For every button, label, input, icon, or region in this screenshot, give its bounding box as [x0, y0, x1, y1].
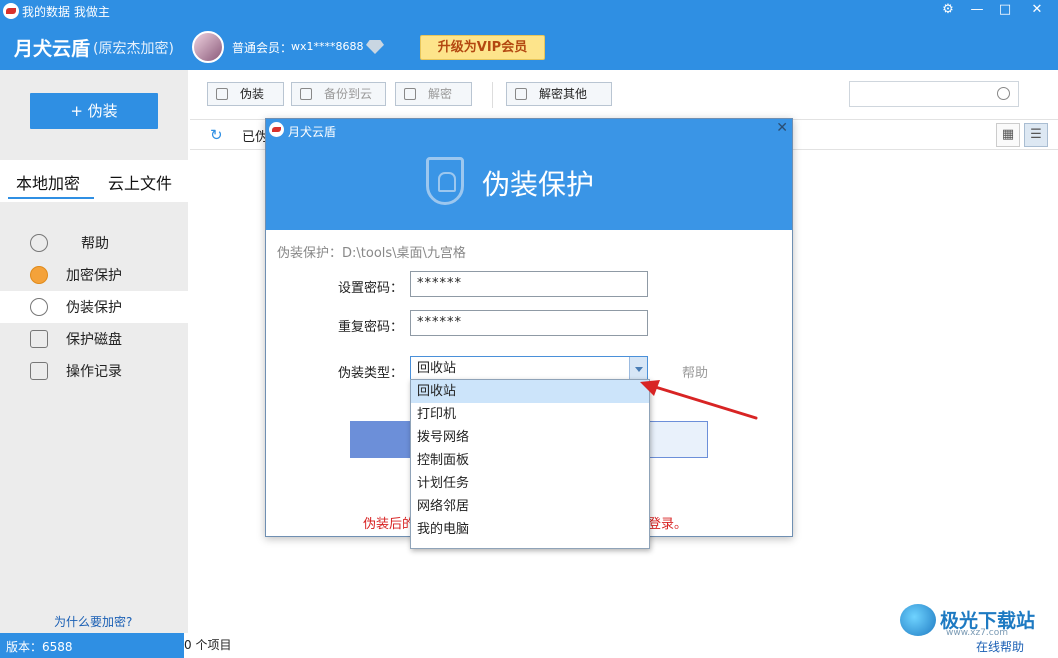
- backup-cloud-button[interactable]: 备份到云: [291, 82, 386, 106]
- dropdown-option[interactable]: 拨号网络: [411, 426, 649, 449]
- search-icon[interactable]: [997, 87, 1010, 100]
- disguise-button[interactable]: + 伪装: [30, 93, 158, 129]
- unlock-icon: [515, 88, 527, 100]
- upgrade-vip-button[interactable]: 升级为VIP会员: [420, 35, 545, 60]
- dialog-header: 月犬云盾 ✕ 伪装保护: [266, 119, 792, 230]
- button-label: 伪装: [240, 87, 265, 101]
- sidebar-item-protect-disk[interactable]: 保护磁盘: [0, 323, 188, 355]
- select-value: 回收站: [417, 361, 457, 376]
- brand-subtitle: (原宏杰加密): [93, 41, 174, 57]
- settings-icon[interactable]: ⚙: [933, 0, 963, 20]
- version-label: 版本：6588: [6, 640, 73, 654]
- shield-icon: [30, 298, 48, 316]
- sidebar-item-disguise[interactable]: 伪装保护: [0, 291, 188, 323]
- sidebar-item-label: 操作记录: [66, 364, 122, 380]
- dropdown-option[interactable]: 计划任务: [411, 472, 649, 495]
- decrypt-other-button[interactable]: 解密其他: [506, 82, 612, 106]
- refresh-icon[interactable]: ↻: [210, 126, 223, 144]
- dialog-title: 月犬云盾: [288, 125, 337, 139]
- dropdown-option[interactable]: 打印机: [411, 403, 649, 426]
- warning-left: 伪装后的: [363, 517, 416, 532]
- tab-cloud-files[interactable]: 云上文件: [108, 170, 172, 194]
- member-label: 普通会员：: [232, 41, 293, 55]
- shield-icon: [426, 157, 464, 205]
- warning-right: 登录。: [648, 517, 688, 532]
- dialog-logo-icon: [269, 122, 284, 137]
- dropdown-option[interactable]: 回收站: [411, 380, 649, 403]
- sidebar-item-label: 加密保护: [66, 268, 122, 284]
- why-encrypt-link[interactable]: 为什么要加密?: [54, 613, 132, 630]
- dropdown-option[interactable]: 网络邻居: [411, 495, 649, 518]
- sidebar-item-encrypt[interactable]: 加密保护: [0, 259, 188, 291]
- maximize-button[interactable]: □: [990, 0, 1020, 20]
- unlock-icon: [404, 88, 416, 100]
- annotation-arrow: [640, 380, 758, 420]
- clipboard-icon: [30, 362, 48, 380]
- lock-icon: [216, 88, 228, 100]
- watermark: 极光下载站 www.xz7.com: [900, 604, 1050, 638]
- watermark-logo-icon: [900, 604, 936, 636]
- type-label: 伪装类型：: [338, 366, 404, 381]
- toolbar: 伪装 备份到云 解密 解密其他: [190, 70, 1058, 120]
- diamond-icon: [366, 40, 384, 54]
- minimize-button[interactable]: —: [962, 0, 992, 20]
- disguise-toolbar-button[interactable]: 伪装: [207, 82, 284, 106]
- password-label: 设置密码：: [338, 281, 404, 296]
- upload-icon: [300, 88, 312, 100]
- sidebar: + 伪装 本地加密 云上文件 帮助 加密保护 伪装保护 保护磁盘 操作记录 为什…: [0, 70, 188, 633]
- dialog-heading: 伪装保护: [482, 168, 595, 201]
- member-id: wx1****8688: [291, 40, 364, 53]
- status-bar: 版本：6588 0 个项目 在线帮助: [0, 633, 1058, 658]
- brand-name: 月犬云盾: [14, 38, 91, 60]
- avatar[interactable]: [192, 31, 224, 63]
- online-help-link[interactable]: 在线帮助: [976, 638, 1024, 655]
- toolbar-divider: [492, 82, 493, 108]
- sidebar-item-help[interactable]: 帮助: [0, 227, 188, 259]
- decrypt-button[interactable]: 解密: [395, 82, 472, 106]
- close-button[interactable]: ✕: [1022, 0, 1052, 20]
- sidebar-tabs: 本地加密 云上文件: [0, 160, 188, 202]
- grid-view-icon[interactable]: ▦: [996, 123, 1020, 147]
- tab-local-encrypt[interactable]: 本地加密: [16, 170, 80, 194]
- app-logo-icon: [3, 3, 19, 19]
- button-label: 解密其他: [539, 87, 588, 101]
- watermark-url: www.xz7.com: [946, 628, 1008, 638]
- help-icon: [30, 234, 48, 252]
- sidebar-item-label: 伪装保护: [66, 300, 122, 316]
- active-tab-indicator: [8, 197, 94, 199]
- search-input[interactable]: [849, 81, 1019, 107]
- button-label: 解密: [428, 87, 453, 101]
- disk-icon: [30, 330, 48, 348]
- title-bar: 我的数据 我做主 月犬云盾 (原宏杰加密) 普通会员： wx1****8688 …: [0, 0, 1058, 70]
- dialog-close-icon[interactable]: ✕: [776, 120, 788, 136]
- item-count: 0 个项目: [184, 633, 1058, 658]
- disguise-type-dropdown: 回收站 打印机 拨号网络 控制面板 计划任务 网络邻居 我的电脑: [410, 379, 650, 549]
- dropdown-option[interactable]: 我的电脑: [411, 518, 649, 541]
- window-title: 我的数据 我做主: [22, 5, 110, 19]
- repeat-password-field[interactable]: ******: [410, 310, 648, 336]
- sidebar-item-label: 帮助: [81, 236, 109, 252]
- list-view-icon[interactable]: ☰: [1024, 123, 1048, 147]
- button-label: 备份到云: [324, 87, 373, 101]
- repeat-password-label: 重复密码：: [338, 320, 404, 335]
- password-field[interactable]: ******: [410, 271, 648, 297]
- disguise-path: 伪装保护：D:\tools\桌面\九宫格: [277, 246, 466, 261]
- dropdown-option[interactable]: 控制面板: [411, 449, 649, 472]
- sidebar-item-label: 保护磁盘: [66, 332, 122, 348]
- sidebar-item-log[interactable]: 操作记录: [0, 355, 188, 387]
- lock-icon: [30, 266, 48, 284]
